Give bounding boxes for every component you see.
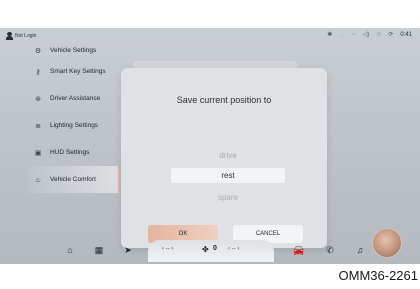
seat-icon: ♨	[34, 176, 42, 184]
sync-icon: ⟳	[388, 32, 394, 38]
car-icon[interactable]: 🚘	[293, 244, 305, 256]
signal-icon: ⋰	[339, 32, 346, 38]
sidebar-item-label: Smart Key Settings	[50, 68, 106, 75]
settings-sidebar: ⚙ Vehicle Settings ⚷ Smart Key Settings …	[28, 46, 120, 193]
steering-icon: ⊛	[35, 95, 41, 103]
sidebar-item-label: HUD Settings	[50, 149, 90, 156]
clock: 0:41	[400, 31, 412, 38]
bottom-dock: ⌂ ▦ ➤ ‹ -- › ✤ 0 ‹ -- › 🚘 ✆ ♫	[0, 228, 420, 264]
apps-icon[interactable]: ▦	[93, 244, 105, 256]
status-bar: Not Login ✱ ⋰ ≈ ◁) ⊘ ⟳ 0:41	[0, 28, 420, 46]
fan-speed: 0	[213, 245, 217, 252]
hud-icon: ▣	[34, 149, 42, 157]
right-temperature[interactable]: ‹ -- ›	[228, 246, 239, 252]
navigation-icon[interactable]: ➤	[122, 244, 134, 256]
sidebar-item-lighting-settings[interactable]: ≣ Lighting Settings	[28, 112, 120, 139]
sidebar-item-label: Vehicle Comfort	[50, 176, 96, 183]
wifi-icon: ≈	[352, 31, 356, 38]
login-status[interactable]: Not Login	[6, 32, 36, 40]
sidebar-item-driver-assistance[interactable]: ⊛ Driver Assistance	[28, 85, 120, 112]
dialog-title: Save current position to	[176, 95, 272, 105]
sidebar-item-hud-settings[interactable]: ▣ HUD Settings	[28, 139, 120, 166]
home-icon[interactable]: ⌂	[64, 244, 76, 256]
option-rest[interactable]: rest	[171, 168, 285, 183]
infotainment-screen: Not Login ✱ ⋰ ≈ ◁) ⊘ ⟳ 0:41 ⚙ Vehicle Se…	[0, 28, 420, 264]
option-drive[interactable]: drive	[171, 148, 285, 163]
avatar[interactable]	[372, 228, 402, 258]
option-spare[interactable]: spare	[171, 190, 285, 205]
key-icon: ⚷	[35, 68, 41, 76]
sidebar-item-label: Vehicle Settings	[50, 47, 97, 54]
status-icons: ✱ ⋰ ≈ ◁) ⊘ ⟳ 0:41	[327, 31, 412, 39]
login-label: Not Login	[15, 33, 37, 39]
car-settings-icon: ⚙	[34, 48, 42, 55]
save-position-dialog: Save current position to drive rest spar…	[121, 68, 327, 248]
sidebar-item-label: Driver Assistance	[50, 95, 101, 102]
mute-icon: ⊘	[376, 32, 382, 38]
fan-icon[interactable]: ✤	[202, 245, 209, 254]
bluetooth-icon: ✱	[327, 32, 333, 38]
music-icon[interactable]: ♫	[354, 244, 366, 256]
headlight-icon: ≣	[35, 122, 41, 130]
sidebar-item-vehicle-comfort[interactable]: ♨ Vehicle Comfort	[28, 166, 120, 193]
phone-icon[interactable]: ✆	[324, 244, 336, 256]
volume-icon: ◁)	[362, 32, 370, 38]
document-code: OMM36-2261	[338, 268, 418, 283]
left-temperature[interactable]: ‹ -- ›	[162, 246, 173, 252]
sidebar-item-smart-key-settings[interactable]: ⚷ Smart Key Settings	[28, 58, 120, 85]
user-icon	[6, 32, 13, 40]
sidebar-item-vehicle-settings[interactable]: ⚙ Vehicle Settings	[28, 46, 120, 58]
climate-control: ‹ -- › ✤ 0 ‹ -- ›	[148, 240, 274, 262]
sidebar-item-label: Lighting Settings	[50, 122, 99, 129]
